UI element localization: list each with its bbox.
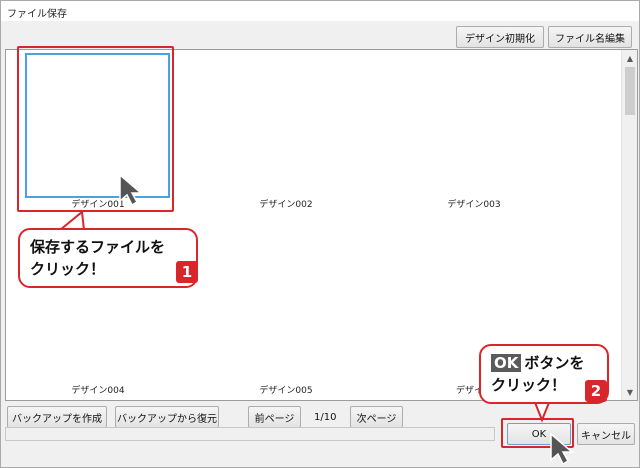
callout-select-file: 保存するファイルを クリック！ <box>18 228 198 288</box>
callout2-line1-rest: ボタンを <box>524 354 585 372</box>
callout1-line2: クリック！ <box>30 260 106 278</box>
mouse-cursor-icon <box>119 173 144 207</box>
callout2-line1: OK ボタンを <box>491 352 597 374</box>
mouse-cursor-icon <box>550 432 575 466</box>
callout2-number: 2 <box>585 380 607 402</box>
callout1-line1: 保存するファイルを <box>30 238 166 256</box>
ok-word-badge: OK <box>491 354 522 372</box>
callout2-line2: クリック！ <box>491 376 567 394</box>
callout1-number: 1 <box>176 261 198 283</box>
